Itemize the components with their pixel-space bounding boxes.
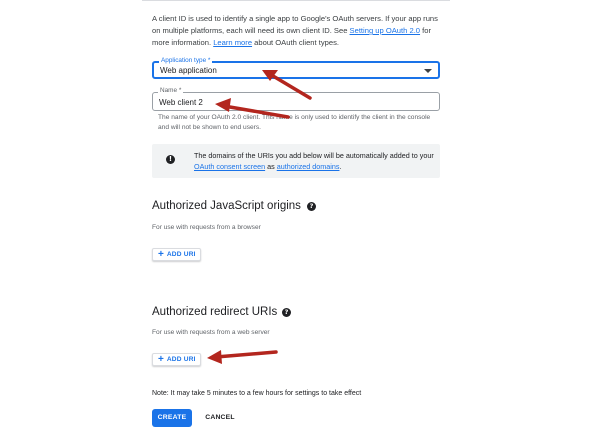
intro-text: A client ID is used to identify a single… (152, 13, 444, 49)
settings-delay-note: Note: It may take 5 minutes to a few hou… (152, 390, 362, 397)
info-text-part: as (265, 162, 277, 171)
name-helper-text: The name of your OAuth 2.0 client. This … (158, 114, 431, 131)
js-origins-title: Authorized JavaScript origins (152, 200, 301, 212)
top-divider (142, 0, 450, 1)
plus-icon: + (158, 353, 164, 365)
cancel-button[interactable]: CANCEL (200, 409, 240, 427)
oauth-consent-screen-link[interactable]: OAuth consent screen (194, 162, 265, 171)
redirect-uris-subtitle: For use with requests from a web server (152, 329, 270, 336)
js-origins-subtitle: For use with requests from a browser (152, 224, 261, 231)
intro-text-part: about OAuth client types. (252, 38, 340, 47)
application-type-select[interactable]: Application type * Web application (152, 57, 440, 79)
add-js-origin-uri-button[interactable]: + ADD URI (152, 248, 201, 261)
info-text-part: The domains of the URIs you add below wi… (194, 151, 434, 160)
dropdown-caret-icon (424, 69, 432, 73)
info-icon: ! (166, 155, 175, 164)
domains-info-text: The domains of the URIs you add below wi… (194, 150, 438, 172)
arrowhead-icon (207, 350, 222, 364)
info-text-part: . (339, 162, 342, 171)
js-origins-help-icon[interactable]: ? (307, 202, 316, 211)
create-button[interactable]: CREATE (152, 409, 192, 427)
redirect-uris-title: Authorized redirect URIs (152, 306, 278, 318)
add-redirect-uri-button[interactable]: + ADD URI (152, 353, 201, 366)
redirect-uris-help-icon[interactable]: ? (282, 308, 291, 317)
authorized-domains-link[interactable]: authorized domains (277, 162, 340, 171)
plus-icon: + (158, 248, 164, 260)
add-uri-label: ADD URI (166, 356, 196, 363)
name-field[interactable]: Name * Web client 2 (152, 87, 440, 111)
name-field-value: Web client 2 (159, 98, 203, 107)
setting-up-oauth-link[interactable]: Setting up OAuth 2.0 (350, 26, 421, 35)
learn-more-link[interactable]: Learn more (213, 38, 252, 47)
application-type-value: Web application (160, 66, 217, 75)
name-field-label: Name * (158, 87, 184, 94)
arrow-to-redirect-add-uri (207, 350, 278, 364)
add-uri-label: ADD URI (166, 251, 196, 258)
domains-info-box: ! The domains of the URIs you add below … (152, 144, 440, 178)
application-type-label: Application type * (159, 57, 213, 64)
